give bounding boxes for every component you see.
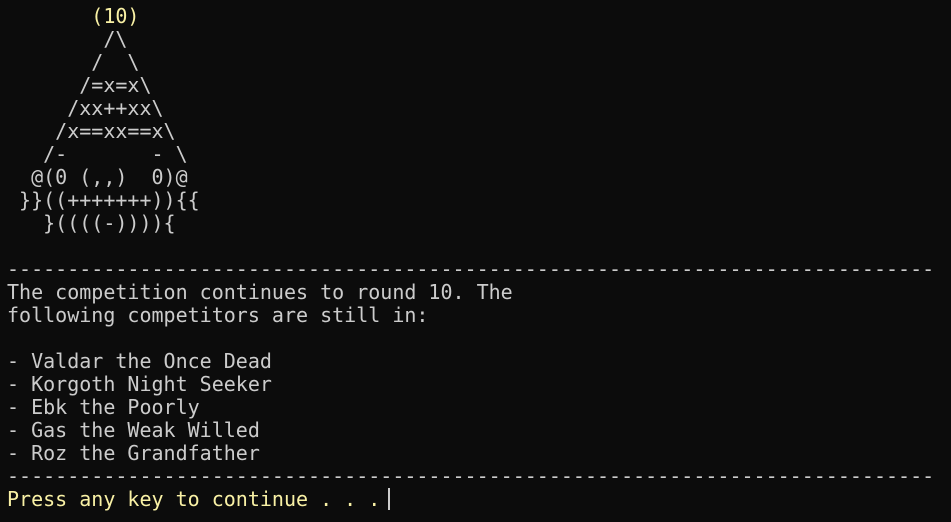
competitor-item: - Ebk the Poorly (7, 395, 200, 419)
message-line: following competitors are still in: (7, 303, 429, 327)
competitor-item: - Roz the Grandfather (7, 441, 260, 465)
ascii-art-line: /=x=x\ (7, 73, 152, 97)
ascii-art-line: /xx++xx\ (7, 96, 164, 120)
text-cursor (388, 488, 391, 510)
message-line: The competition continues to round 10. T… (7, 280, 513, 304)
ascii-art-line: /x==xx==x\ (7, 119, 176, 143)
ascii-art-line: }}((+++++++)){{ (7, 188, 200, 212)
continue-prompt-text: Press any key to continue . . . (7, 487, 381, 511)
competitor-item: - Gas the Weak Willed (7, 418, 260, 442)
ascii-art-line: @(0 (,,) 0)@ (7, 165, 188, 189)
separator-line: ----------------------------------------… (7, 464, 935, 488)
round-number-art: (10) (7, 4, 140, 28)
ascii-art-line: /\ (7, 27, 128, 51)
ascii-art-line: }((((-)))){ (7, 211, 176, 235)
competitor-item: - Korgoth Night Seeker (7, 372, 272, 396)
continue-prompt[interactable]: Press any key to continue . . . (7, 487, 391, 511)
separator-line: ----------------------------------------… (7, 257, 935, 281)
terminal-window[interactable]: (10) /\ / \ /=x=x\ /xx++xx\ /x==xx==x\ /… (0, 0, 951, 522)
ascii-art-line: / \ (7, 50, 140, 74)
ascii-art-line: /- - \ (7, 142, 188, 166)
competitor-item: - Valdar the Once Dead (7, 349, 272, 373)
